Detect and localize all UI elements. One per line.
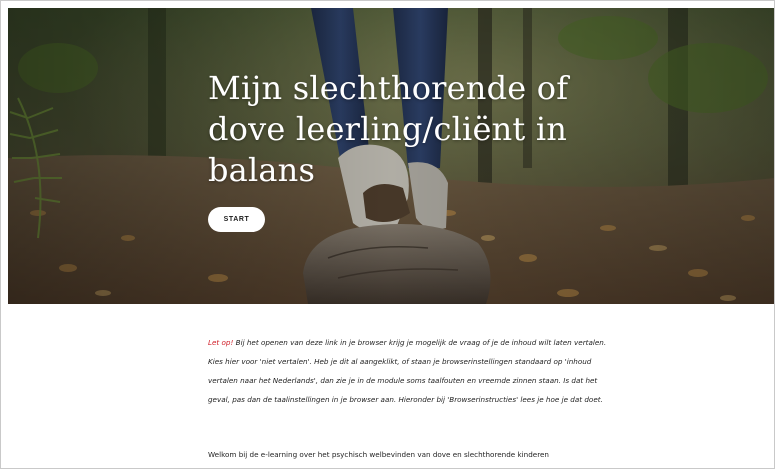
start-button[interactable]: START (208, 207, 265, 232)
content-area: Let op! Bij het openen van deze link in … (1, 305, 774, 468)
page-frame: Mijn slechthorende of dove leerling/clië… (0, 0, 775, 469)
warning-label: Let op! (208, 338, 234, 347)
notice-text: Bij het openen van deze link in je brows… (208, 338, 607, 404)
page-title: Mijn slechthorende of dove leerling/clië… (208, 69, 569, 189)
translation-notice: Let op! Bij het openen van deze link in … (208, 333, 608, 409)
intro-paragraph: Welkom bij de e-learning over het psychi… (208, 450, 549, 459)
hero-banner: Mijn slechthorende of dove leerling/clië… (8, 8, 774, 304)
